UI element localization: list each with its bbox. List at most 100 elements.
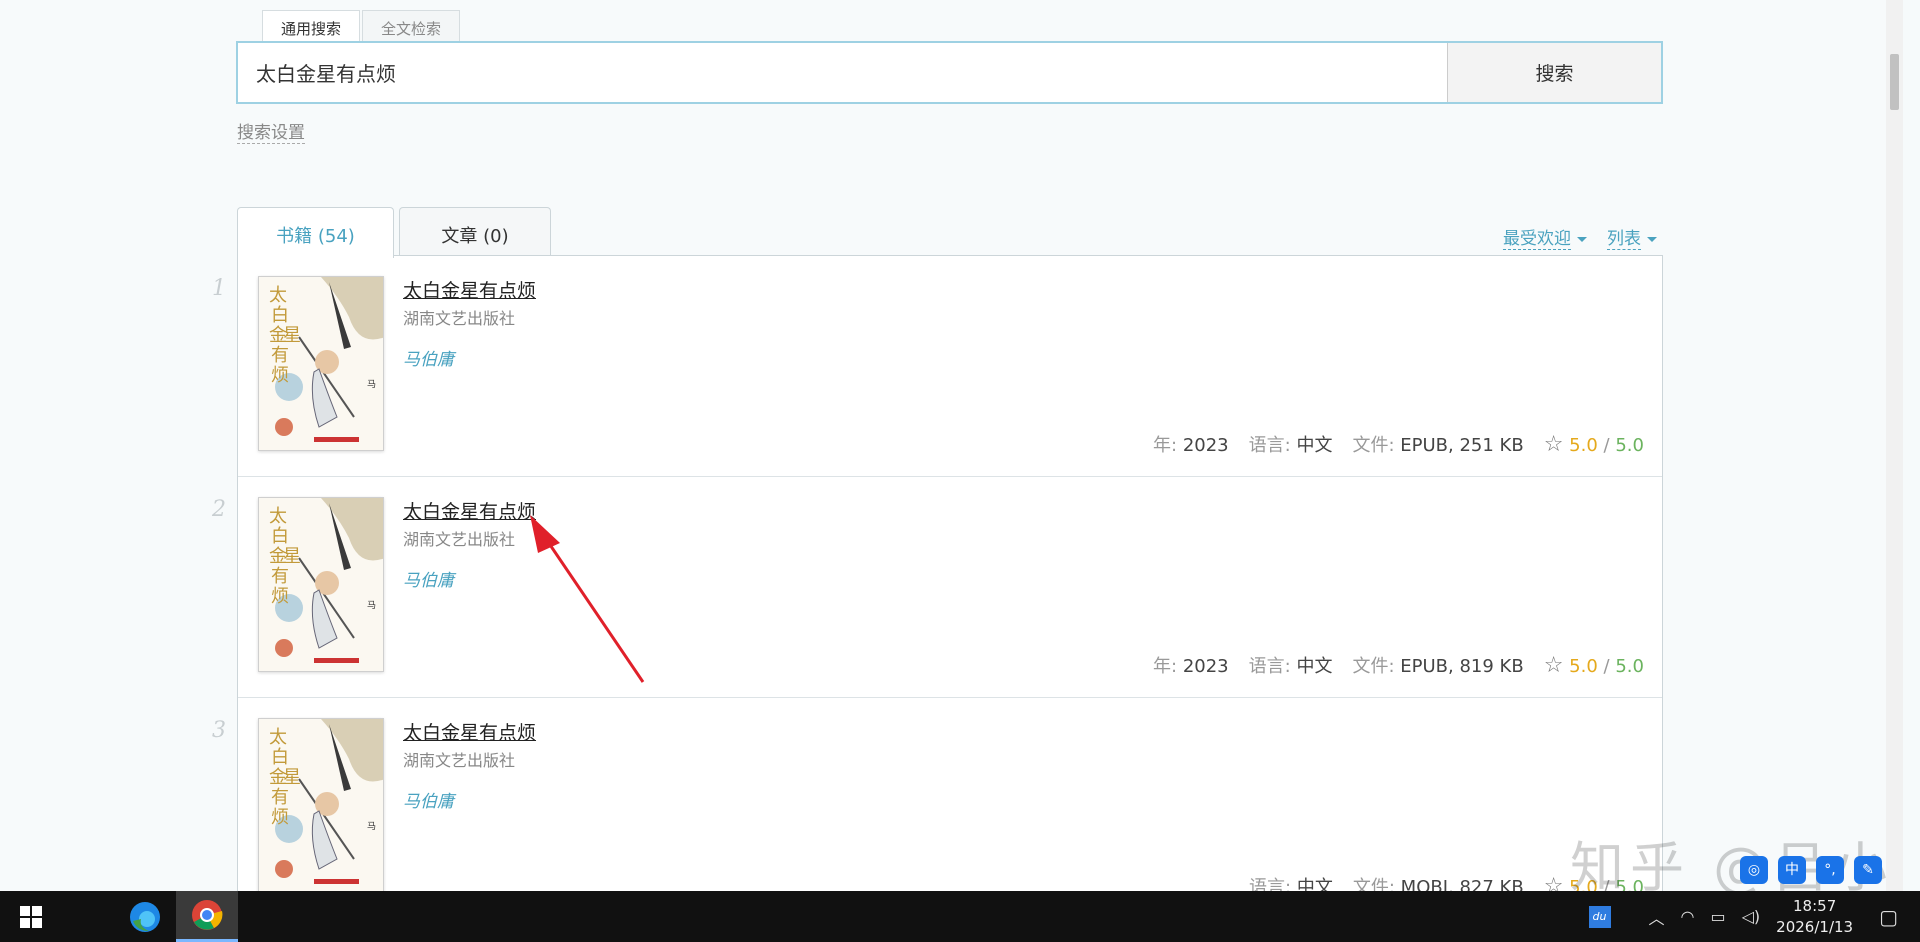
language-field: 语言: 中文 [1249,652,1333,678]
result-type-tabs: 书籍 (54) 文章 (0) [237,207,556,258]
start-button[interactable] [0,891,62,942]
language-value: 中文 [1296,877,1333,891]
sort-controls: 最受欢迎 列表 [1503,224,1657,250]
star-icon[interactable]: ☆ [1544,874,1564,892]
svg-text:马: 马 [367,821,376,832]
year-value: 2023 [1182,435,1229,456]
year-label: 年: [1153,435,1178,456]
list-item: 2 太白金星有烦 马 太白金星有点烦 湖南文艺出版社 马伯庸 年: 2023 语… [212,477,1662,698]
svg-text:马: 马 [367,600,376,611]
book-author-link[interactable]: 马伯庸 [403,566,454,591]
book-publisher: 湖南文艺出版社 [403,309,516,328]
book-title-link[interactable]: 太白金星有点烦 [403,718,536,745]
results-list: 1 太白金星有烦 马 太白金星有点烦 湖南文艺出版社 马伯庸 年: 2023 语… [212,255,1663,892]
year-label: 年: [1153,656,1178,677]
file-field: 文件: EPUB, 819 KB [1352,652,1523,678]
file-label: 文件: [1352,877,1395,891]
svg-text:马: 马 [367,379,376,390]
language-value: 中文 [1296,656,1333,677]
ime-skin-icon[interactable]: ✎ [1854,856,1882,884]
windows-taskbar: du ︿ ◠ ▭ ◁) 18:57 2026/1/13 ▢ [0,891,1920,942]
sort-popular-dropdown[interactable]: 最受欢迎 [1503,224,1587,250]
language-field: 语言: 中文 [1249,873,1333,891]
edge-icon [130,901,160,932]
book-cover[interactable]: 太白金星有烦 马 [258,276,384,451]
row-number: 3 [212,718,226,743]
rating-value: 5.0 [1569,434,1598,456]
ime-logo-icon[interactable]: ◎ [1740,856,1768,884]
clock-time: 18:57 [1793,896,1837,915]
tab-fulltext-search[interactable]: 全文检索 [362,10,461,42]
year-field: 年: 2023 [1153,431,1229,457]
scrollbar-thumb[interactable] [1890,54,1899,110]
browser-page: 通用搜索 全文检索 搜索 搜索设置 书籍 (54) 文章 (0) 最受欢迎 列表… [0,0,1903,891]
file-label: 文件: [1352,435,1395,456]
list-item: 1 太白金星有烦 马 太白金星有点烦 湖南文艺出版社 马伯庸 年: 2023 语… [212,256,1662,477]
chrome-icon [192,900,223,930]
caret-down-icon [1647,236,1657,242]
show-hidden-icons-icon[interactable]: ︿ [1649,905,1665,929]
language-value: 中文 [1296,435,1333,456]
view-mode-dropdown[interactable]: 列表 [1607,224,1657,250]
language-label: 语言: [1249,877,1292,891]
tab-books[interactable]: 书籍 (54) [237,207,394,258]
rating-quality: 5.0 [1615,434,1644,456]
edge-taskbar-button[interactable] [114,891,176,942]
book-meta: 年: 2023 语言: 中文 文件: EPUB, 819 KB ☆ 5.0 / … [1153,652,1644,678]
system-tray: du ︿ ◠ ▭ ◁) 18:57 2026/1/13 ▢ [1588,891,1920,942]
volume-icon[interactable]: ◁) [1742,907,1761,926]
year-field: 年: 2023 [1153,652,1229,678]
book-author-link[interactable]: 马伯庸 [403,345,454,370]
tab-general-search[interactable]: 通用搜索 [262,10,361,42]
book-title-link[interactable]: 太白金星有点烦 [403,497,536,524]
sort-popular-label: 最受欢迎 [1503,229,1571,250]
rating: ☆ 5.0 / 5.0 [1544,432,1644,457]
file-value: EPUB, 819 KB [1400,656,1524,677]
file-field: 文件: EPUB, 251 KB [1352,431,1523,457]
year-value: 2023 [1182,656,1229,677]
clock-date: 2026/1/13 [1776,917,1854,936]
list-item: 3 太白金星有烦 马 太白金星有点烦 湖南文艺出版社 马伯庸 语言: 中文 文件… [212,698,1662,892]
rating-separator: / [1603,655,1610,677]
annotation-arrow-icon [530,515,645,683]
taskbar-clock[interactable]: 18:57 2026/1/13 [1776,896,1853,938]
page-scrollbar[interactable] [1886,0,1903,891]
search-button[interactable]: 搜索 [1447,43,1661,102]
search-box: 搜索 [236,41,1663,104]
file-field: 文件: MOBI, 827 KB [1353,873,1524,891]
book-cover[interactable]: 太白金星有烦 马 [258,497,384,672]
language-label: 语言: [1248,435,1291,456]
book-author-link[interactable]: 马伯庸 [403,787,454,812]
language-label: 语言: [1248,656,1291,677]
caret-down-icon [1577,236,1587,242]
book-publisher: 湖南文艺出版社 [403,530,516,549]
language-field: 语言: 中文 [1249,431,1333,457]
view-mode-label: 列表 [1607,229,1641,250]
row-number: 2 [212,497,226,522]
notification-center-icon[interactable]: ▢ [1879,905,1898,929]
book-meta: 年: 2023 语言: 中文 文件: EPUB, 251 KB ☆ 5.0 / … [1153,431,1644,457]
rating: ☆ 5.0 / 5.0 [1544,653,1644,678]
file-value: MOBI, 827 KB [1400,877,1524,891]
baidu-tray-icon[interactable]: du [1588,905,1611,928]
row-number: 1 [212,276,226,301]
search-input[interactable] [238,43,1447,102]
chrome-taskbar-button[interactable] [176,891,238,942]
tab-articles[interactable]: 文章 (0) [399,207,551,257]
book-title-link[interactable]: 太白金星有点烦 [403,276,536,303]
file-label: 文件: [1352,656,1395,677]
star-icon[interactable]: ☆ [1544,432,1564,457]
battery-icon[interactable]: ▭ [1711,907,1726,926]
rating-quality: 5.0 [1615,655,1644,677]
ime-punct-icon[interactable]: °, [1816,856,1844,884]
search-settings-link[interactable]: 搜索设置 [237,118,305,144]
star-icon[interactable]: ☆ [1544,653,1564,678]
search-mode-tabs: 通用搜索 全文检索 [262,10,462,42]
ime-mode-button[interactable]: 中 [1778,856,1806,884]
book-cover[interactable]: 太白金星有烦 马 [258,718,384,891]
rating-separator: / [1603,434,1610,456]
wifi-icon[interactable]: ◠ [1681,907,1695,926]
ime-floating-bar: ◎ 中 °, ✎ ▦ [1740,856,1903,884]
file-value: EPUB, 251 KB [1400,435,1524,456]
book-publisher: 湖南文艺出版社 [403,751,516,770]
